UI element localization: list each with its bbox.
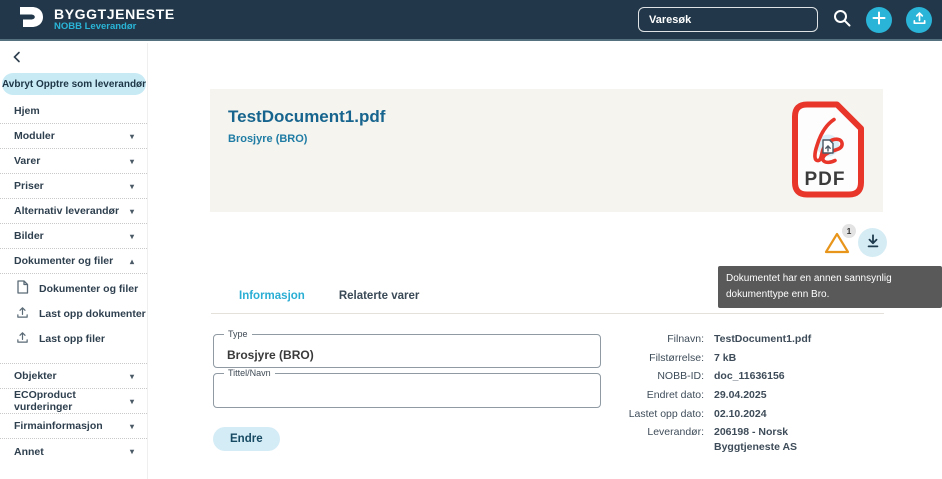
chevron-down-icon: ▾ — [130, 372, 134, 381]
upload-button[interactable] — [906, 7, 932, 33]
sidebar-item-hjem[interactable]: Hjem — [0, 99, 147, 124]
pdf-file-icon[interactable]: PDF — [790, 99, 866, 200]
byggtjeneste-logo-icon — [16, 2, 46, 37]
warning-triangle-icon — [824, 242, 850, 259]
type-field: Type — [213, 334, 601, 368]
search-button[interactable] — [832, 8, 852, 31]
chevron-down-icon: ▾ — [130, 132, 134, 141]
sidebar-item-label: Bilder — [14, 230, 44, 242]
sidebar-item-label: Varer — [14, 155, 40, 167]
main-content: TestDocument1.pdf Brosjyre (BRO) PDF 1 — [149, 43, 942, 479]
sidebar-item-label: Alternativ leverandør — [14, 205, 119, 217]
chevron-up-icon: ▴ — [130, 257, 134, 266]
sidebar-item-label: Firmainformasjon — [14, 420, 103, 432]
document-type-link[interactable]: Brosjyre (BRO) — [228, 133, 307, 145]
sidebar-subitem-label: Dokumenter og filer — [39, 283, 138, 295]
title-field: Tittel/Navn — [213, 373, 601, 408]
sidebar-item-bilder[interactable]: Bilder ▾ — [0, 224, 147, 249]
detail-label-leverandor: Leverandør: — [604, 425, 704, 454]
detail-value-filnavn: TestDocument1.pdf — [714, 332, 842, 347]
detail-label-filnavn: Filnavn: — [604, 332, 704, 347]
chevron-down-icon: ▾ — [130, 207, 134, 216]
sidebar-subitem-last-opp-dokumenter[interactable]: Last opp dokumenter — [0, 301, 147, 326]
app-name: BYGGTJENESTE — [54, 7, 175, 22]
detail-value-filstorrelse: 7 kB — [714, 351, 842, 366]
sidebar-subitem-dokumenter-og-filer[interactable]: Dokumenter og filer — [0, 276, 147, 301]
chevron-left-icon — [12, 51, 22, 66]
sidebar-subitem-label: Last opp filer — [39, 333, 105, 345]
detail-value-lastet-opp-dato: 02.10.2024 — [714, 407, 842, 422]
sidebar: Avbryt Opptre som leverandør Hjem Module… — [0, 43, 148, 479]
detail-label-nobb-id: NOBB-ID: — [604, 369, 704, 384]
document-warning-indicator[interactable]: 1 — [824, 231, 852, 259]
sidebar-item-priser[interactable]: Priser ▾ — [0, 174, 147, 199]
detail-label-lastet-opp-dato: Lastet opp dato: — [604, 407, 704, 422]
chevron-down-icon: ▾ — [130, 232, 134, 241]
document-icon — [16, 280, 29, 297]
app-subtitle: NOBB Leverandør — [54, 22, 175, 32]
sidebar-collapse-button[interactable] — [12, 51, 22, 66]
detail-value-leverandor: 206198 - Norsk Byggtjeneste AS — [714, 425, 842, 454]
detail-value-nobb-id: doc_11636156 — [714, 369, 842, 384]
sidebar-item-objekter[interactable]: Objekter ▾ — [0, 364, 147, 389]
sidebar-item-label: Annet — [14, 446, 44, 458]
upload-icon — [912, 11, 927, 29]
top-header: BYGGTJENESTE NOBB Leverandør — [0, 0, 942, 41]
sidebar-item-label: ECOproduct vurderinger — [14, 389, 130, 413]
upload-icon — [16, 331, 29, 347]
chevron-down-icon: ▾ — [130, 182, 134, 191]
document-type-tooltip: Dokumentet har en annen sannsynlig dokum… — [718, 266, 942, 308]
sidebar-item-label: Hjem — [14, 105, 40, 117]
chevron-down-icon: ▾ — [130, 157, 134, 166]
sidebar-item-label: Objekter — [14, 370, 57, 382]
sidebar-subitem-label: Last opp dokumenter — [39, 308, 146, 320]
document-header-card: TestDocument1.pdf Brosjyre (BRO) PDF — [210, 89, 883, 212]
sidebar-item-label: Priser — [14, 180, 44, 192]
detail-value-endret-dato: 29.04.2025 — [714, 388, 842, 403]
chevron-down-icon: ▾ — [130, 397, 134, 406]
edit-button[interactable]: Endre — [213, 427, 280, 451]
type-select[interactable] — [214, 335, 600, 367]
download-document-button[interactable] — [858, 228, 887, 257]
cancel-impersonation-banner[interactable]: Avbryt Opptre som leverandør — [2, 73, 146, 95]
app-logo[interactable]: BYGGTJENESTE NOBB Leverandør — [16, 2, 175, 37]
document-title: TestDocument1.pdf — [228, 107, 385, 127]
upload-icon — [16, 306, 29, 322]
sidebar-item-label: Moduler — [14, 130, 55, 142]
app-window: BYGGTJENESTE NOBB Leverandør — [0, 0, 942, 479]
sidebar-item-moduler[interactable]: Moduler ▾ — [0, 124, 147, 149]
document-details-list: Filnavn: TestDocument1.pdf Filstørrelse:… — [604, 332, 842, 455]
dokumenter-submenu: Dokumenter og filer Last opp dokumenter … — [0, 274, 147, 364]
sidebar-item-label: Dokumenter og filer — [14, 255, 113, 267]
tab-relaterte-varer[interactable]: Relaterte varer — [339, 286, 420, 313]
sidebar-subitem-last-opp-filer[interactable]: Last opp filer — [0, 326, 147, 351]
sidebar-item-dokumenter-og-filer[interactable]: Dokumenter og filer ▴ — [0, 249, 147, 274]
chevron-down-icon: ▾ — [130, 422, 134, 431]
product-search-input[interactable] — [638, 7, 818, 32]
plus-icon — [872, 11, 886, 28]
warning-count-badge: 1 — [842, 224, 856, 238]
chevron-down-icon: ▾ — [130, 447, 134, 456]
sidebar-item-annet[interactable]: Annet ▾ — [0, 439, 147, 464]
download-icon — [865, 233, 881, 252]
add-button[interactable] — [866, 7, 892, 33]
detail-label-filstorrelse: Filstørrelse: — [604, 351, 704, 366]
title-field-label: Tittel/Navn — [224, 368, 275, 378]
sidebar-item-alternativ-leverandor[interactable]: Alternativ leverandør ▾ — [0, 199, 147, 224]
type-field-label: Type — [224, 329, 252, 339]
search-icon — [832, 8, 852, 31]
sidebar-item-firmainformasjon[interactable]: Firmainformasjon ▾ — [0, 414, 147, 439]
detail-label-endret-dato: Endret dato: — [604, 388, 704, 403]
title-input[interactable] — [214, 374, 600, 407]
pdf-label: PDF — [790, 169, 860, 191]
sidebar-item-ecoproduct-vurderinger[interactable]: ECOproduct vurderinger ▾ — [0, 389, 147, 414]
tab-informasjon[interactable]: Informasjon — [239, 286, 305, 313]
sidebar-item-varer[interactable]: Varer ▾ — [0, 149, 147, 174]
